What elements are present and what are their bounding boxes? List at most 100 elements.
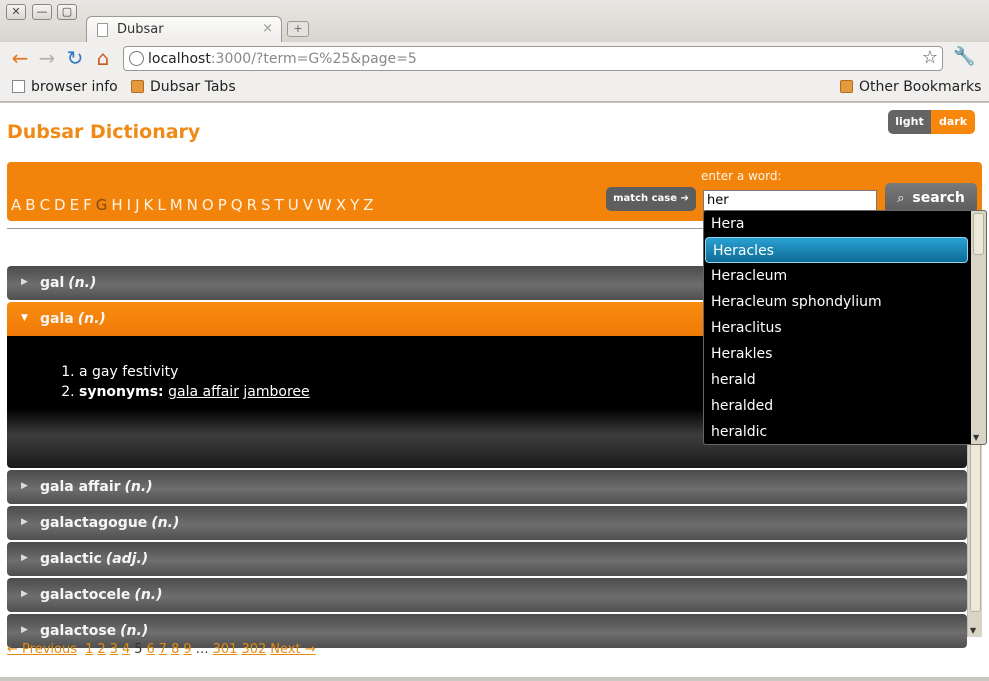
letter-link[interactable]: K <box>144 196 154 214</box>
page-link[interactable]: 302 <box>241 642 266 657</box>
theme-dark-button[interactable]: dark <box>931 110 975 134</box>
address-bar[interactable]: localhost:3000/?term=G%25&page=5 ☆ <box>123 46 943 71</box>
tab-title: Dubsar <box>117 22 164 37</box>
reload-icon[interactable]: ↻ <box>63 46 87 70</box>
entry-pos: (n.) <box>68 275 97 291</box>
letter-link[interactable]: I <box>127 196 131 214</box>
autocomplete-scrollbar[interactable]: ▼ <box>971 211 986 444</box>
letter-link[interactable]: J <box>135 196 139 214</box>
page-link[interactable]: 9 <box>183 642 191 657</box>
letter-link[interactable]: U <box>288 196 299 214</box>
scroll-down-icon[interactable]: ▼ <box>973 433 979 442</box>
next-page-link[interactable]: Next → <box>270 642 315 657</box>
letter-link[interactable]: P <box>218 196 227 214</box>
letter-link[interactable]: Z <box>363 196 373 214</box>
page-link[interactable]: 2 <box>97 642 105 657</box>
expand-arrow-icon: ▶ <box>21 481 28 491</box>
entry-row[interactable]: ▶ galactocele (n.) <box>7 578 967 612</box>
wrench-icon[interactable]: 🔧 <box>953 46 975 67</box>
bookmark-dubsar-tabs[interactable]: Dubsar Tabs <box>131 79 236 95</box>
letter-link[interactable]: E <box>70 196 79 214</box>
letter-link[interactable]: Q <box>231 196 243 214</box>
autocomplete-option[interactable]: Herakles <box>704 341 970 367</box>
page-title: Dubsar Dictionary <box>7 121 201 143</box>
expand-arrow-icon: ▶ <box>21 589 28 599</box>
entry-pos: (n.) <box>124 479 153 495</box>
letter-link[interactable]: S <box>261 196 271 214</box>
entry-row[interactable]: ▶ galactagogue (n.) <box>7 506 967 540</box>
letter-link[interactable]: R <box>247 196 257 214</box>
autocomplete-option[interactable]: Heracleum <box>704 263 970 289</box>
autocomplete-option[interactable]: heraldic <box>704 419 970 444</box>
scroll-down-icon[interactable]: ▼ <box>970 626 976 635</box>
letter-link[interactable]: V <box>303 196 313 214</box>
autocomplete-option[interactable]: Heraclitus <box>704 315 970 341</box>
autocomplete-option[interactable]: heralded <box>704 393 970 419</box>
entry-word: galactic <box>40 551 102 567</box>
entry-word: galactose <box>40 623 117 639</box>
theme-light-button[interactable]: light <box>888 110 931 134</box>
maximize-window-button[interactable]: ▢ <box>57 4 77 20</box>
synonym-link[interactable]: jamboree <box>243 384 309 400</box>
letter-link[interactable]: B <box>25 196 35 214</box>
entry-word: galactocele <box>40 587 131 603</box>
letter-link[interactable]: L <box>157 196 165 214</box>
page-link[interactable]: 301 <box>213 642 238 657</box>
back-icon[interactable]: ← <box>8 46 32 70</box>
other-bookmarks[interactable]: Other Bookmarks <box>840 79 981 95</box>
new-tab-button[interactable]: + <box>287 21 309 37</box>
home-icon[interactable]: ⌂ <box>91 46 115 70</box>
synonym-link[interactable]: gala affair <box>168 384 239 400</box>
letter-link[interactable]: F <box>83 196 92 214</box>
autocomplete-dropdown: Hera Heracles Heracleum Heracleum sphond… <box>703 210 987 445</box>
letter-current[interactable]: G <box>96 196 108 214</box>
letter-link[interactable]: Y <box>350 196 359 214</box>
current-page: 5 <box>134 642 143 657</box>
previous-page-link[interactable]: ← Previous <box>7 642 77 657</box>
search-input[interactable] <box>703 190 877 211</box>
search-button[interactable]: ⌕ search <box>885 183 977 213</box>
letter-link[interactable]: T <box>275 196 284 214</box>
page-link[interactable]: 1 <box>85 642 93 657</box>
window-titlebar: ✕ — ▢ Dubsar × + <box>0 0 989 44</box>
entry-pos: (n.) <box>151 515 180 531</box>
letter-link[interactable]: N <box>187 196 198 214</box>
page-icon <box>97 23 108 37</box>
letter-link[interactable]: A <box>11 196 21 214</box>
autocomplete-option-active[interactable]: Heracles <box>705 237 968 263</box>
expand-arrow-icon: ▶ <box>21 625 28 635</box>
entry-row[interactable]: ▶ galactic (adj.) <box>7 542 967 576</box>
synonyms-label: synonyms: <box>79 384 164 400</box>
letter-link[interactable]: X <box>336 196 346 214</box>
page-link[interactable]: 7 <box>159 642 167 657</box>
match-case-button[interactable]: match case ➔ <box>606 187 696 211</box>
minimize-window-button[interactable]: — <box>32 4 52 20</box>
scrollbar-thumb[interactable] <box>973 213 984 255</box>
entry-word: gala affair <box>40 479 121 495</box>
autocomplete-option[interactable]: Hera <box>704 211 970 237</box>
page-link[interactable]: 3 <box>110 642 118 657</box>
url-text[interactable]: localhost:3000/?term=G%25&page=5 <box>148 51 417 67</box>
page-link[interactable]: 4 <box>122 642 130 657</box>
autocomplete-option[interactable]: Heracleum sphondylium <box>704 289 970 315</box>
browser-tab[interactable]: Dubsar × <box>86 16 282 44</box>
letter-link[interactable]: C <box>40 196 50 214</box>
expand-arrow-icon: ▶ <box>21 277 28 287</box>
letter-link[interactable]: M <box>170 196 183 214</box>
entry-row[interactable]: ▶ gala affair (n.) <box>7 470 967 504</box>
bookmark-star-icon[interactable]: ☆ <box>922 47 938 68</box>
forward-icon[interactable]: → <box>35 46 59 70</box>
entry-word: gala <box>40 311 74 327</box>
page-link[interactable]: 8 <box>171 642 179 657</box>
tab-close-icon[interactable]: × <box>262 21 273 36</box>
letter-link[interactable]: O <box>202 196 214 214</box>
entry-pos: (n.) <box>134 587 163 603</box>
globe-icon <box>129 51 144 66</box>
autocomplete-option[interactable]: herald <box>704 367 970 393</box>
close-window-button[interactable]: ✕ <box>6 4 26 20</box>
letter-link[interactable]: H <box>111 196 122 214</box>
page-link[interactable]: 6 <box>147 642 155 657</box>
letter-link[interactable]: D <box>54 196 66 214</box>
letter-link[interactable]: W <box>317 196 332 214</box>
bookmark-browser-info[interactable]: browser info <box>12 79 118 95</box>
